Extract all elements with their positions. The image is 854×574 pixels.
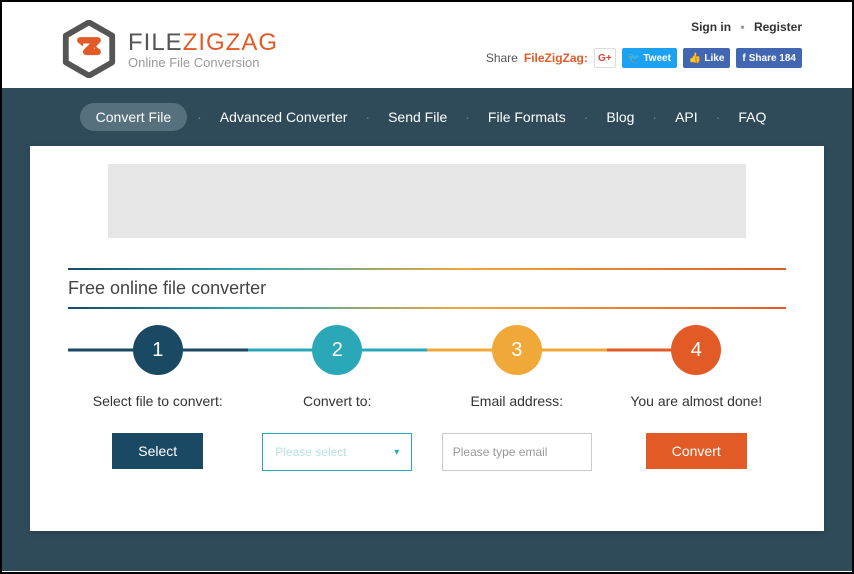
register-link[interactable]: Register	[754, 20, 802, 34]
fb-share-button[interactable]: f Share 184	[736, 48, 802, 68]
nav-convert-file[interactable]: Convert File	[80, 103, 187, 131]
divider-bottom	[68, 307, 786, 309]
step-2: 2 Convert to: Please select ▾	[248, 323, 428, 471]
nav-advanced-converter[interactable]: Advanced Converter	[212, 105, 356, 129]
select-button[interactable]: Select	[112, 433, 203, 469]
nav-faq[interactable]: FAQ	[730, 105, 774, 129]
step-1-label: Select file to convert:	[68, 393, 248, 413]
step-2-label: Convert to:	[248, 393, 428, 413]
auth-links: Sign in • Register	[486, 20, 802, 34]
google-plus-button[interactable]: G+	[594, 48, 616, 68]
step-4-label: You are almost done!	[607, 393, 787, 413]
steps-row: 1 Select file to convert: Select 2 Conve…	[68, 323, 786, 471]
nav-api[interactable]: API	[667, 105, 706, 129]
fb-like-button[interactable]: 👍Like	[683, 48, 730, 68]
tweet-button[interactable]: 🐦Tweet	[622, 48, 677, 68]
signin-link[interactable]: Sign in	[691, 20, 731, 34]
step-3: 3 Email address:	[427, 323, 607, 471]
step-4-circle: 4	[671, 325, 721, 375]
email-input[interactable]	[442, 433, 592, 471]
header: FILEZIGZAG Online File Conversion Sign i…	[2, 2, 852, 88]
step-3-circle: 3	[492, 325, 542, 375]
logo[interactable]: FILEZIGZAG Online File Conversion	[60, 20, 278, 78]
step-4: 4 You are almost done! Convert	[607, 323, 787, 471]
logo-subtitle: Online File Conversion	[128, 55, 278, 70]
format-select[interactable]: Please select ▾	[262, 433, 412, 471]
facebook-icon: f	[742, 53, 745, 64]
share-brand: FileZigZag:	[524, 51, 588, 65]
nav-send-file[interactable]: Send File	[380, 105, 455, 129]
thumbs-up-icon: 👍	[689, 53, 701, 64]
section-title: Free online file converter	[68, 278, 786, 299]
step-1: 1 Select file to convert: Select	[68, 323, 248, 471]
navbar: Convert File· Advanced Converter· Send F…	[2, 88, 852, 146]
divider-top	[68, 268, 786, 270]
step-2-circle: 2	[312, 325, 362, 375]
share-label: Share	[486, 51, 518, 65]
share-row: Share FileZigZag: G+ 🐦Tweet 👍Like f Shar…	[486, 48, 802, 68]
convert-button[interactable]: Convert	[646, 433, 747, 469]
twitter-icon: 🐦	[628, 53, 640, 64]
logo-title: FILEZIGZAG	[128, 29, 278, 57]
nav-file-formats[interactable]: File Formats	[480, 105, 574, 129]
format-select-placeholder: Please select	[275, 445, 346, 459]
main-card: Free online file converter 1 Select file…	[30, 146, 824, 531]
step-1-circle: 1	[133, 325, 183, 375]
logo-icon	[60, 20, 118, 78]
step-3-label: Email address:	[427, 393, 607, 413]
ad-banner	[108, 164, 746, 238]
nav-blog[interactable]: Blog	[598, 105, 642, 129]
chevron-down-icon: ▾	[394, 447, 399, 458]
